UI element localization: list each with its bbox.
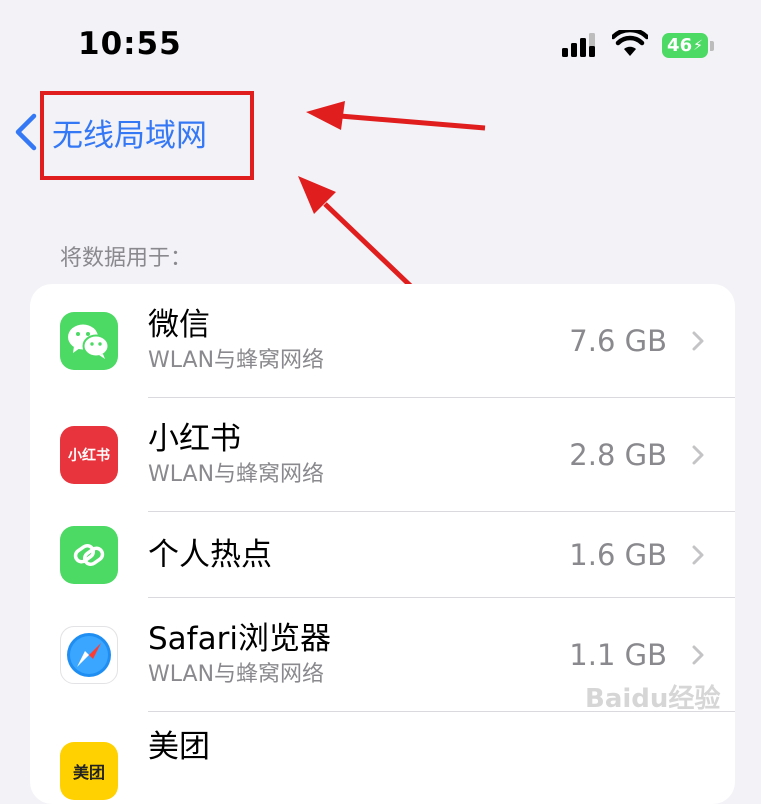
xiaohongshu-icon-text: 小红书 bbox=[68, 448, 110, 464]
usage-value: 1.1 GB bbox=[569, 638, 667, 672]
battery-cap bbox=[710, 41, 714, 51]
watermark: Baidu经验 bbox=[585, 684, 721, 714]
app-text: 美团 bbox=[148, 728, 210, 766]
list-item[interactable]: 美团 美团 bbox=[30, 712, 735, 804]
list-item[interactable]: 小红书 小红书 WLAN与蜂窝网络 2.8 GB bbox=[30, 398, 735, 512]
status-time: 10:55 bbox=[78, 26, 182, 62]
chevron-back-icon bbox=[15, 113, 37, 151]
annotation-highlight-box bbox=[40, 91, 254, 180]
usage-value: 1.6 GB bbox=[569, 538, 667, 572]
battery-indicator: 46 ⚡ bbox=[662, 33, 708, 58]
charging-bolt-icon: ⚡ bbox=[693, 37, 703, 54]
app-name: 个人热点 bbox=[148, 537, 272, 573]
list-item[interactable]: 微信 WLAN与蜂窝网络 7.6 GB bbox=[30, 284, 735, 398]
xiaohongshu-icon: 小红书 bbox=[60, 426, 118, 484]
usage-value: 2.8 GB bbox=[569, 438, 667, 472]
status-bar: 10:55 46 ⚡ bbox=[0, 0, 761, 90]
wechat-icon bbox=[60, 312, 118, 370]
list-item[interactable]: 个人热点 1.6 GB bbox=[30, 512, 735, 598]
hotspot-icon bbox=[60, 526, 118, 584]
app-text: 微信 WLAN与蜂窝网络 bbox=[148, 306, 324, 376]
app-subtitle: WLAN与蜂窝网络 bbox=[148, 662, 325, 687]
app-data-list: 微信 WLAN与蜂窝网络 7.6 GB 小红书 小红书 WLAN与蜂窝网络 2.… bbox=[30, 284, 735, 804]
meituan-icon: 美团 bbox=[60, 742, 118, 800]
app-name: 微信 bbox=[148, 307, 210, 343]
app-subtitle: WLAN与蜂窝网络 bbox=[148, 462, 325, 487]
app-name: Safari浏览器 bbox=[148, 621, 331, 657]
wifi-icon bbox=[612, 30, 648, 56]
app-subtitle: WLAN与蜂窝网络 bbox=[148, 348, 325, 373]
chevron-right-icon bbox=[692, 445, 704, 465]
app-name: 美团 bbox=[148, 729, 210, 765]
app-text: Safari浏览器 WLAN与蜂窝网络 bbox=[148, 620, 331, 690]
safari-icon bbox=[60, 626, 118, 684]
meituan-icon-text: 美团 bbox=[72, 763, 105, 782]
chevron-right-icon bbox=[692, 331, 704, 351]
app-name: 小红书 bbox=[148, 421, 241, 457]
app-text: 小红书 WLAN与蜂窝网络 bbox=[148, 420, 324, 490]
chevron-right-icon bbox=[692, 645, 704, 665]
annotation-arrow-1 bbox=[306, 101, 486, 131]
chevron-right-icon bbox=[692, 545, 704, 565]
usage-value: 7.6 GB bbox=[569, 324, 667, 358]
cellular-signal-icon bbox=[562, 33, 595, 57]
section-header: 将数据用于： bbox=[60, 246, 193, 271]
battery-level: 46 bbox=[667, 35, 693, 56]
app-text: 个人热点 bbox=[148, 536, 272, 574]
